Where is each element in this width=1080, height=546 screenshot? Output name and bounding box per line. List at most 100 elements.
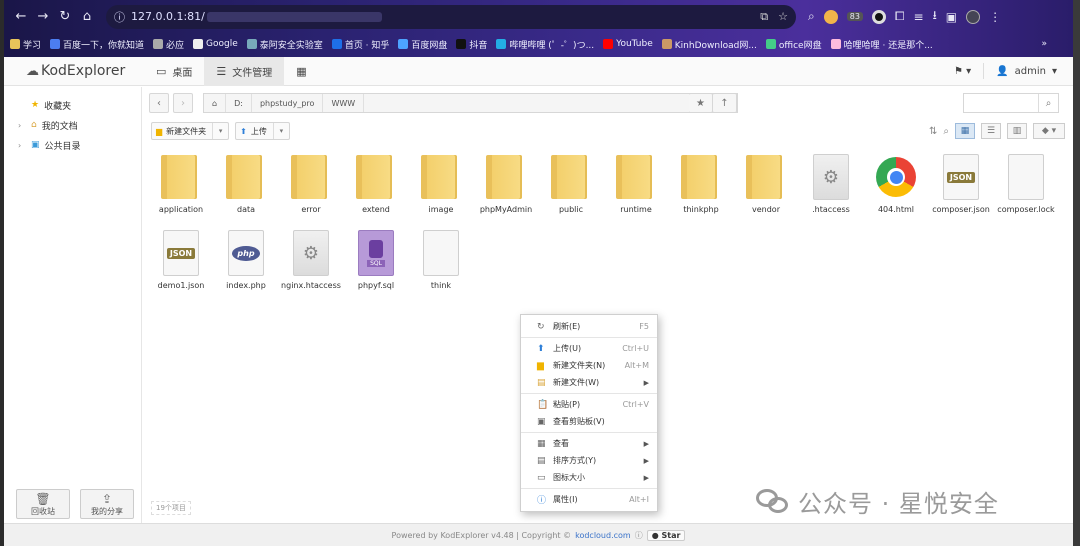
file-item[interactable]: application	[149, 151, 213, 214]
favorite-star-icon[interactable]: ★	[689, 93, 713, 113]
file-item[interactable]: thinkphp	[669, 151, 733, 214]
file-item[interactable]: think	[409, 227, 473, 290]
file-item[interactable]: SQL phpyf.sql	[344, 227, 408, 290]
bookmark-item[interactable]: 哔哩哔哩 (゜-゜)つ...	[496, 38, 594, 51]
menu-item-upload[interactable]: ⬆ 上传(U) Ctrl+U	[521, 340, 657, 357]
bookmark-item[interactable]: Google	[193, 39, 238, 49]
sidepanel-icon[interactable]: ▣	[946, 10, 957, 24]
info-icon[interactable]: ⓘ	[635, 530, 643, 541]
zoom-icon[interactable]: ⌕	[943, 126, 949, 137]
split-view-button[interactable]: ▥	[1007, 123, 1027, 139]
up-level-icon[interactable]: ↑	[713, 93, 737, 113]
forward-nav-button[interactable]: ›	[173, 93, 193, 113]
file-item[interactable]: public	[539, 151, 603, 214]
breadcrumb-item[interactable]: D:	[226, 94, 252, 112]
home-icon[interactable]: ⌂	[76, 6, 98, 28]
extensions-puzzle-icon[interactable]: ⧠	[895, 9, 905, 24]
menu-kebab-icon[interactable]: ⋮	[989, 10, 1001, 24]
address-bar[interactable]: ⓘ 127.0.0.1:81/ ⧉ ☆	[106, 4, 796, 29]
new-folder-button[interactable]: ▆ 新建文件夹 ▾	[151, 122, 230, 140]
file-item[interactable]: phpMyAdmin	[474, 151, 538, 214]
menu-item-view[interactable]: ▦ 查看 ▶	[521, 435, 657, 452]
bookmark-item[interactable]: KinhDownload网...	[661, 38, 757, 51]
menu-item-new-file[interactable]: ▤ 新建文件(W) ▶	[521, 374, 657, 391]
search-ext-icon[interactable]: ⌕	[808, 9, 815, 24]
blank-file-icon	[1008, 154, 1044, 200]
file-item[interactable]: composer.lock	[994, 151, 1058, 214]
bookmark-item[interactable]: YouTube	[603, 39, 653, 49]
bookmark-item[interactable]: 百度网盘	[398, 38, 447, 51]
expand-caret-icon[interactable]: ›	[18, 141, 26, 150]
cast-icon[interactable]: ⧉	[760, 10, 768, 24]
bookmark-item[interactable]: 百度一下，你就知道	[50, 38, 144, 51]
github-star-button[interactable]: ● Star	[646, 529, 686, 541]
menu-item-properties[interactable]: ⓘ 属性(I) Alt+I	[521, 491, 657, 508]
media-icon[interactable]: ≡	[914, 10, 924, 24]
file-item[interactable]: 404.html	[864, 151, 928, 214]
recycle-bin-button[interactable]: 🗑 回收站	[16, 489, 70, 519]
file-item[interactable]: JSON demo1.json	[149, 227, 213, 290]
profile-avatar[interactable]	[966, 9, 981, 24]
menu-item-new-folder[interactable]: ▆ 新建文件夹(N) Alt+M	[521, 357, 657, 374]
breadcrumb-item[interactable]: phpstudy_pro	[252, 94, 324, 112]
file-item[interactable]: php index.php	[214, 227, 278, 290]
more-bookmarks-icon[interactable]: »	[1041, 39, 1067, 49]
expand-caret-icon[interactable]: ›	[18, 121, 26, 130]
file-item[interactable]: ⚙ .htaccess	[799, 151, 863, 214]
file-item[interactable]: ⚙ nginx.htaccess	[279, 227, 343, 290]
download-icon[interactable]: ⭳	[933, 6, 937, 27]
chevron-down-icon[interactable]: ▾	[272, 123, 289, 139]
menu-item-refresh[interactable]: ↻ 刷新(E) F5	[521, 318, 657, 335]
reload-icon[interactable]: ↻	[54, 6, 76, 28]
menu-item-paste[interactable]: 📋 粘贴(P) Ctrl+V	[521, 396, 657, 413]
ext-badge[interactable]: 83	[846, 12, 863, 21]
chevron-down-icon[interactable]: ▾	[212, 123, 228, 139]
bookmark-item[interactable]: office网盘	[765, 38, 822, 51]
apps-grid-button[interactable]: ▦	[284, 57, 318, 86]
list-view-button[interactable]: ☰	[981, 123, 1001, 139]
menu-item-view-clipboard[interactable]: ▣ 查看剪贴板(V)	[521, 413, 657, 430]
bookmark-item[interactable]: 抖音	[456, 38, 487, 51]
ext-record-icon[interactable]	[871, 9, 886, 24]
file-item[interactable]: runtime	[604, 151, 668, 214]
bookmark-item[interactable]: 首页 · 知乎	[331, 38, 389, 51]
theme-button[interactable]: ◆ ▾	[1033, 123, 1065, 139]
file-item[interactable]: data	[214, 151, 278, 214]
breadcrumb-home-icon[interactable]: ⌂	[204, 94, 227, 112]
info-icon[interactable]: ⓘ	[114, 9, 125, 25]
file-item[interactable]: image	[409, 151, 473, 214]
back-icon[interactable]: ←	[10, 6, 32, 28]
ext-avatar-icon[interactable]	[823, 9, 838, 24]
tab-desktop[interactable]: ▭ 桌面	[144, 57, 204, 86]
tab-file-manager[interactable]: ☰ 文件管理	[204, 56, 285, 86]
new-file-icon: ▤	[537, 377, 546, 388]
file-item[interactable]: extend	[344, 151, 408, 214]
sidebar-item-my-docs[interactable]: › ⌂ 我的文档	[4, 115, 141, 135]
flag-icon[interactable]: ⚑ ▾	[954, 66, 971, 77]
icon-view-button[interactable]: ▦	[955, 123, 975, 139]
bookmark-item[interactable]: 哈哩哈哩 · 还是那个...	[830, 38, 933, 51]
file-item[interactable]: error	[279, 151, 343, 214]
sidebar-item-favorites[interactable]: ★ 收藏夹	[4, 95, 141, 115]
file-item[interactable]: vendor	[734, 151, 798, 214]
bookmark-item[interactable]: 学习	[10, 38, 41, 51]
breadcrumb-item[interactable]: WWW	[323, 94, 365, 112]
sidebar-item-public[interactable]: › ▣ 公共目录	[4, 135, 141, 155]
sort-icon[interactable]: ⇅	[929, 126, 937, 137]
search-icon[interactable]: ⌕	[1038, 94, 1058, 112]
chevron-down-icon[interactable]: ▾	[1052, 66, 1057, 77]
search-input[interactable]: ⌕	[963, 93, 1059, 113]
upload-button[interactable]: ⬆ 上传 ▾	[235, 122, 290, 140]
user-menu[interactable]: admin	[1015, 66, 1046, 77]
my-share-button[interactable]: ⇪ 我的分享	[80, 489, 134, 519]
kodcloud-link[interactable]: kodcloud.com	[575, 531, 631, 540]
forward-icon[interactable]: →	[32, 6, 54, 28]
back-nav-button[interactable]: ‹	[149, 93, 169, 113]
bookmark-item[interactable]: 泰阿安全实验室	[246, 38, 323, 51]
bookmark-item[interactable]: 必应	[153, 38, 184, 51]
bookmark-star-icon[interactable]: ☆	[778, 10, 788, 24]
menu-item-sort[interactable]: ▤ 排序方式(Y) ▶	[521, 452, 657, 469]
menu-item-icon-size[interactable]: ▭ 图标大小 ▶	[521, 469, 657, 486]
folder-icon	[226, 155, 262, 199]
file-item[interactable]: JSON composer.json	[929, 151, 993, 214]
